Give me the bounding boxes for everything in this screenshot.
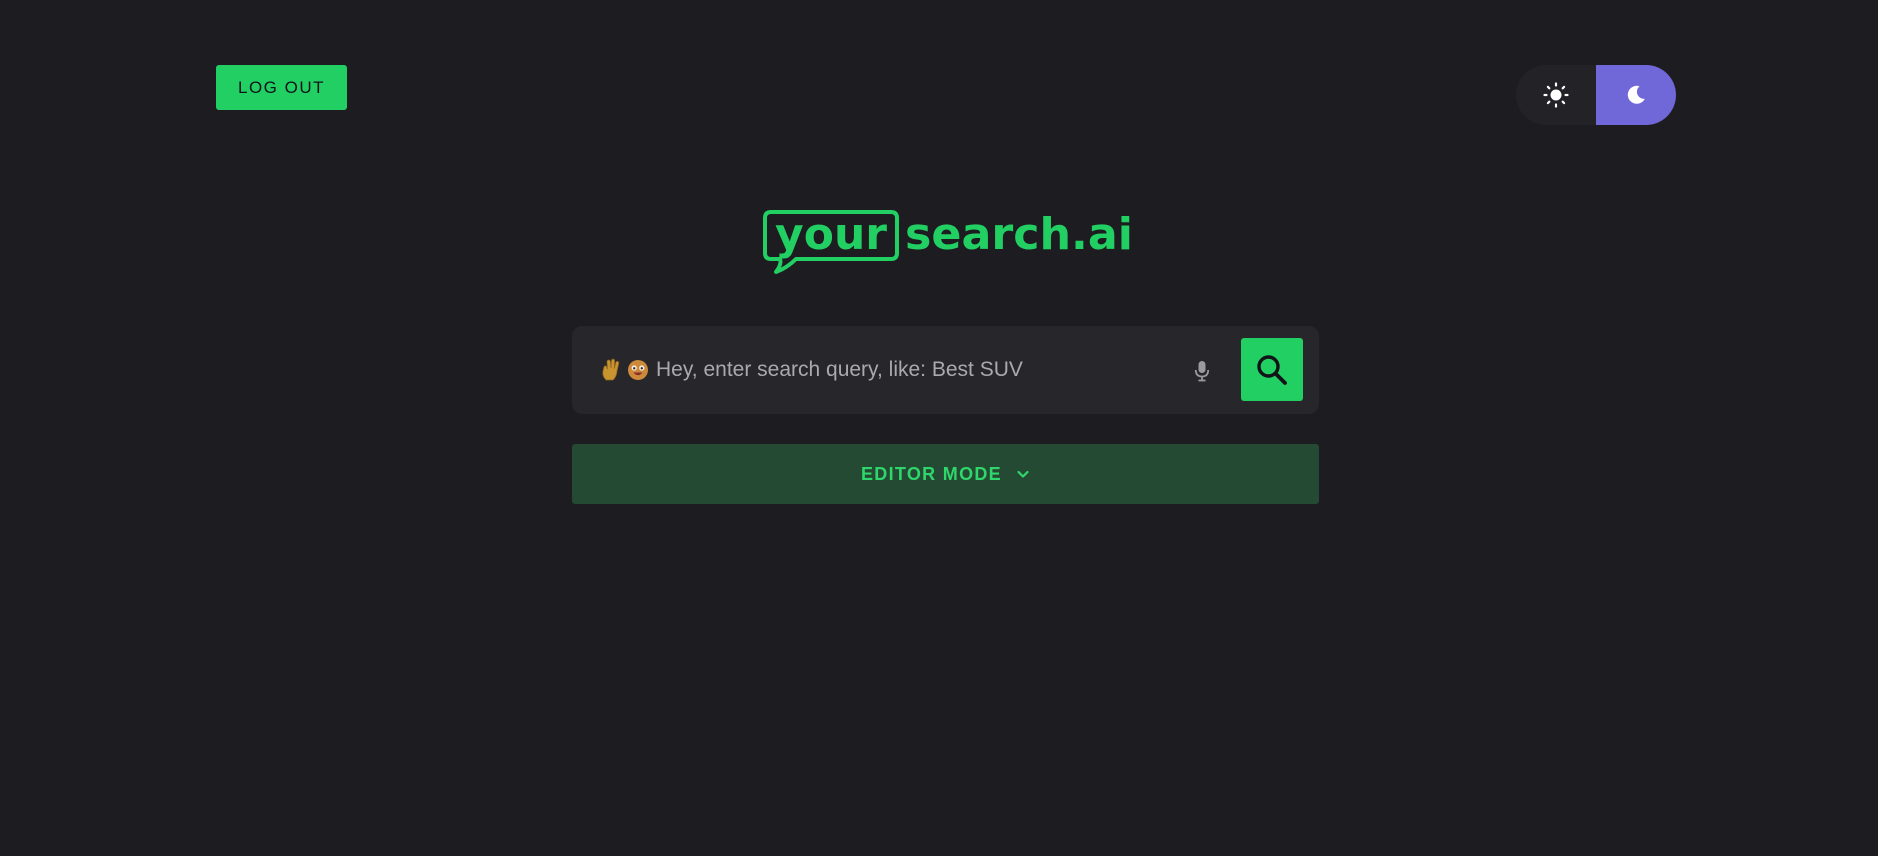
search-icon xyxy=(1257,354,1287,385)
microphone-icon xyxy=(1194,361,1210,382)
microphone-button[interactable] xyxy=(1188,356,1216,386)
chevron-down-icon xyxy=(1017,470,1029,478)
dark-theme-option[interactable] xyxy=(1596,65,1676,125)
logout-button[interactable]: LOG OUT xyxy=(216,65,347,110)
logo-text: search.ai xyxy=(905,209,1133,260)
search-bar xyxy=(572,326,1319,414)
theme-toggle[interactable] xyxy=(1516,65,1676,125)
editor-mode-toggle[interactable]: EDITOR MODE xyxy=(572,444,1319,504)
logo-boxed-text: your xyxy=(775,209,887,260)
search-submit-button[interactable] xyxy=(1241,338,1303,401)
moon-icon xyxy=(1627,85,1645,104)
waving-hand-icon xyxy=(602,358,620,381)
smiling-face-icon xyxy=(628,360,648,380)
logo: your search.ai xyxy=(763,209,1133,274)
editor-mode-label: EDITOR MODE xyxy=(861,463,1002,484)
light-theme-option[interactable] xyxy=(1516,65,1596,125)
sun-icon xyxy=(1543,82,1569,108)
page: LOG OUT your search.ai Hey, enter search… xyxy=(0,0,1878,856)
search-input[interactable] xyxy=(656,348,1156,392)
